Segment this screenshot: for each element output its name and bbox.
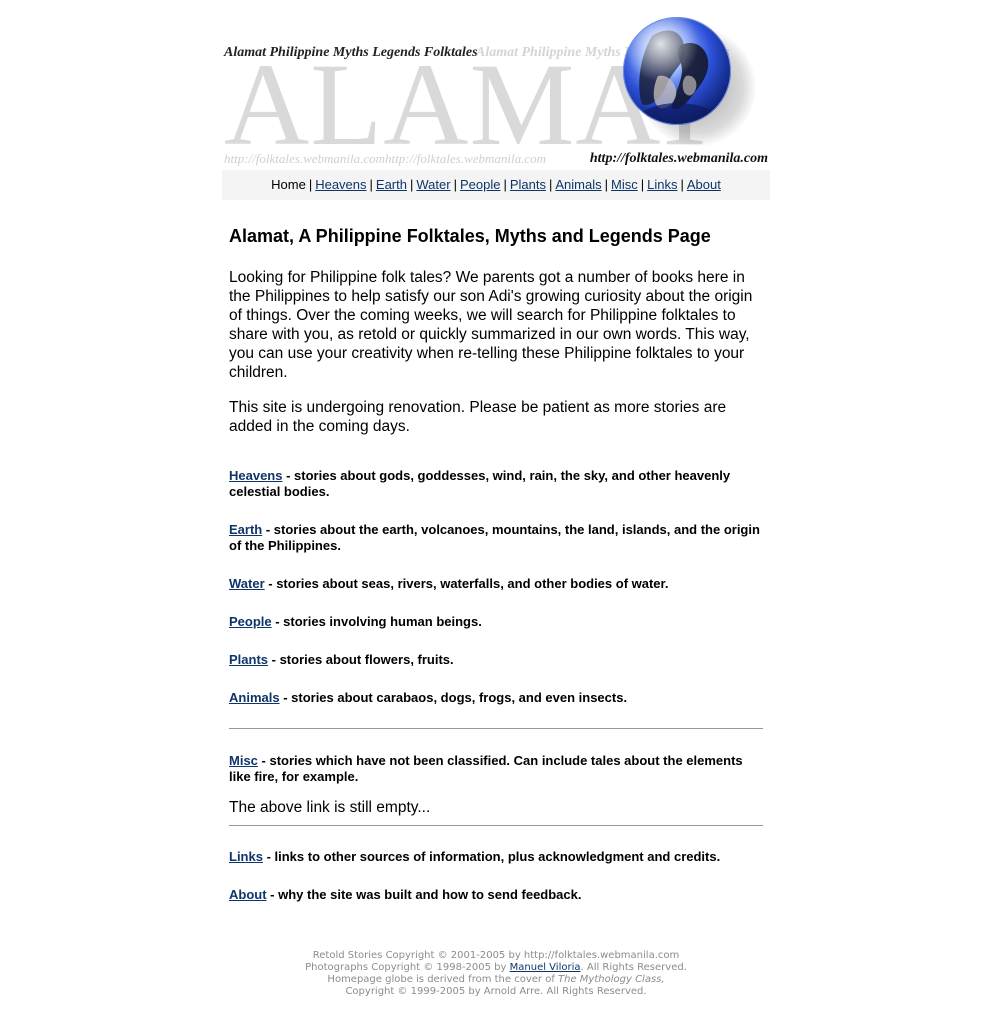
- nav-link-water[interactable]: Water: [416, 177, 450, 192]
- nav-link-animals[interactable]: Animals: [555, 177, 601, 192]
- category-desc: - stories about gods, goddesses, wind, r…: [229, 468, 731, 499]
- top-navigation: Home | Heavens | Earth | Water | People | Plants | A…: [222, 170, 770, 200]
- category-desc: - why the site was built and how to send…: [266, 887, 582, 902]
- nav-separator: |: [604, 177, 609, 192]
- footer-line: Copyright © 1999-2005 by Arnold Arre. Al…: [345, 986, 647, 997]
- category-link-links[interactable]: Links: [229, 849, 263, 864]
- category-desc: - links to other sources of information,…: [262, 849, 721, 864]
- category-item-people: People - stories involving human beings.: [229, 614, 763, 630]
- category-link-water[interactable]: Water: [229, 576, 265, 591]
- photographer-link[interactable]: Manuel Viloria: [510, 962, 581, 973]
- horizontal-divider: [229, 728, 763, 729]
- nav-separator: |: [409, 177, 414, 192]
- category-link-animals[interactable]: Animals: [229, 690, 280, 705]
- globe-image: [623, 17, 731, 125]
- book-title: The Mythology Class,: [558, 974, 665, 985]
- renovation-notice: This site is undergoing renovation. Plea…: [229, 399, 727, 435]
- category-item-links: Links - links to other sources of inform…: [229, 849, 763, 865]
- category-desc: - stories about seas, rivers, waterfalls…: [264, 576, 669, 591]
- nav-link-links[interactable]: Links: [647, 177, 677, 192]
- nav-separator: |: [503, 177, 507, 192]
- site-banner: ALAMAT Alamat Philippine Myths Legends F…: [222, 12, 770, 170]
- category-item-plants: Plants - stories about flowers, fruits.: [229, 652, 763, 668]
- nav-item-home-current: Home: [271, 177, 306, 192]
- nav-separator: |: [640, 177, 645, 192]
- category-desc: - stories which have not been classified…: [229, 753, 743, 784]
- nav-link-misc[interactable]: Misc: [611, 177, 638, 192]
- nav-link-plants[interactable]: Plants: [510, 177, 546, 192]
- footer-line: Homepage globe is derived from the cover…: [222, 974, 770, 986]
- nav-separator: |: [369, 177, 373, 192]
- footer-line: Photographs Copyright © 1998-2005 by Man…: [222, 962, 770, 974]
- nav-separator: |: [548, 177, 553, 192]
- category-desc: - stories about the earth, volcanoes, mo…: [229, 522, 760, 553]
- nav-separator: |: [453, 177, 457, 192]
- horizontal-divider: [229, 825, 763, 826]
- category-link-misc[interactable]: Misc: [229, 753, 258, 768]
- category-link-plants[interactable]: Plants: [229, 652, 268, 667]
- category-item-water: Water - stories about seas, rivers, wate…: [229, 576, 763, 592]
- category-item-misc: Misc - stories which have not been class…: [229, 753, 763, 785]
- nav-link-about[interactable]: About: [687, 177, 721, 192]
- category-item-animals: Animals - stories about carabaos, dogs, …: [229, 690, 763, 706]
- footer-text: . All Rights Reserved.: [580, 962, 687, 973]
- nav-link-heavens[interactable]: Heavens: [315, 177, 366, 192]
- category-item-about: About - why the site was built and how t…: [229, 887, 763, 903]
- category-desc: - stories about carabaos, dogs, frogs, a…: [279, 690, 628, 705]
- footer-text: Homepage globe is derived from the cover…: [327, 974, 559, 985]
- nav-link-people[interactable]: People: [460, 177, 500, 192]
- category-link-earth[interactable]: Earth: [229, 522, 262, 537]
- empty-link-note: The above link is still empty...: [229, 799, 431, 816]
- copyright-footer: Retold Stories Copyright © 2001-2005 by …: [222, 950, 770, 998]
- main-content: Alamat, A Philippine Folktales, Myths an…: [229, 224, 763, 903]
- banner-url-ghost: http://folktales.webmanila.comhttp://fol…: [224, 151, 547, 166]
- category-link-people[interactable]: People: [229, 614, 272, 629]
- banner-tagline: Alamat Philippine Myths Legends Folktale…: [224, 45, 478, 60]
- footer-text: Photographs Copyright © 1998-2005 by: [305, 962, 510, 973]
- category-link-about[interactable]: About: [229, 887, 267, 902]
- banner-url: http://folktales.webmanila.com: [585, 151, 768, 167]
- category-link-heavens[interactable]: Heavens: [229, 468, 282, 483]
- nav-link-earth[interactable]: Earth: [376, 177, 407, 192]
- nav-separator: |: [680, 177, 684, 192]
- footer-line: Retold Stories Copyright © 2001-2005 by …: [312, 950, 680, 961]
- category-desc: - stories involving human beings.: [271, 614, 482, 629]
- nav-separator: |: [308, 177, 313, 192]
- category-desc: - stories about flowers, fruits.: [268, 652, 454, 667]
- intro-paragraph: Looking for Philippine folk tales? We pa…: [229, 269, 753, 381]
- page-title: Alamat, A Philippine Folktales, Myths an…: [229, 226, 711, 246]
- category-item-heavens: Heavens - stories about gods, goddesses,…: [229, 468, 763, 500]
- category-item-earth: Earth - stories about the earth, volcano…: [229, 522, 763, 554]
